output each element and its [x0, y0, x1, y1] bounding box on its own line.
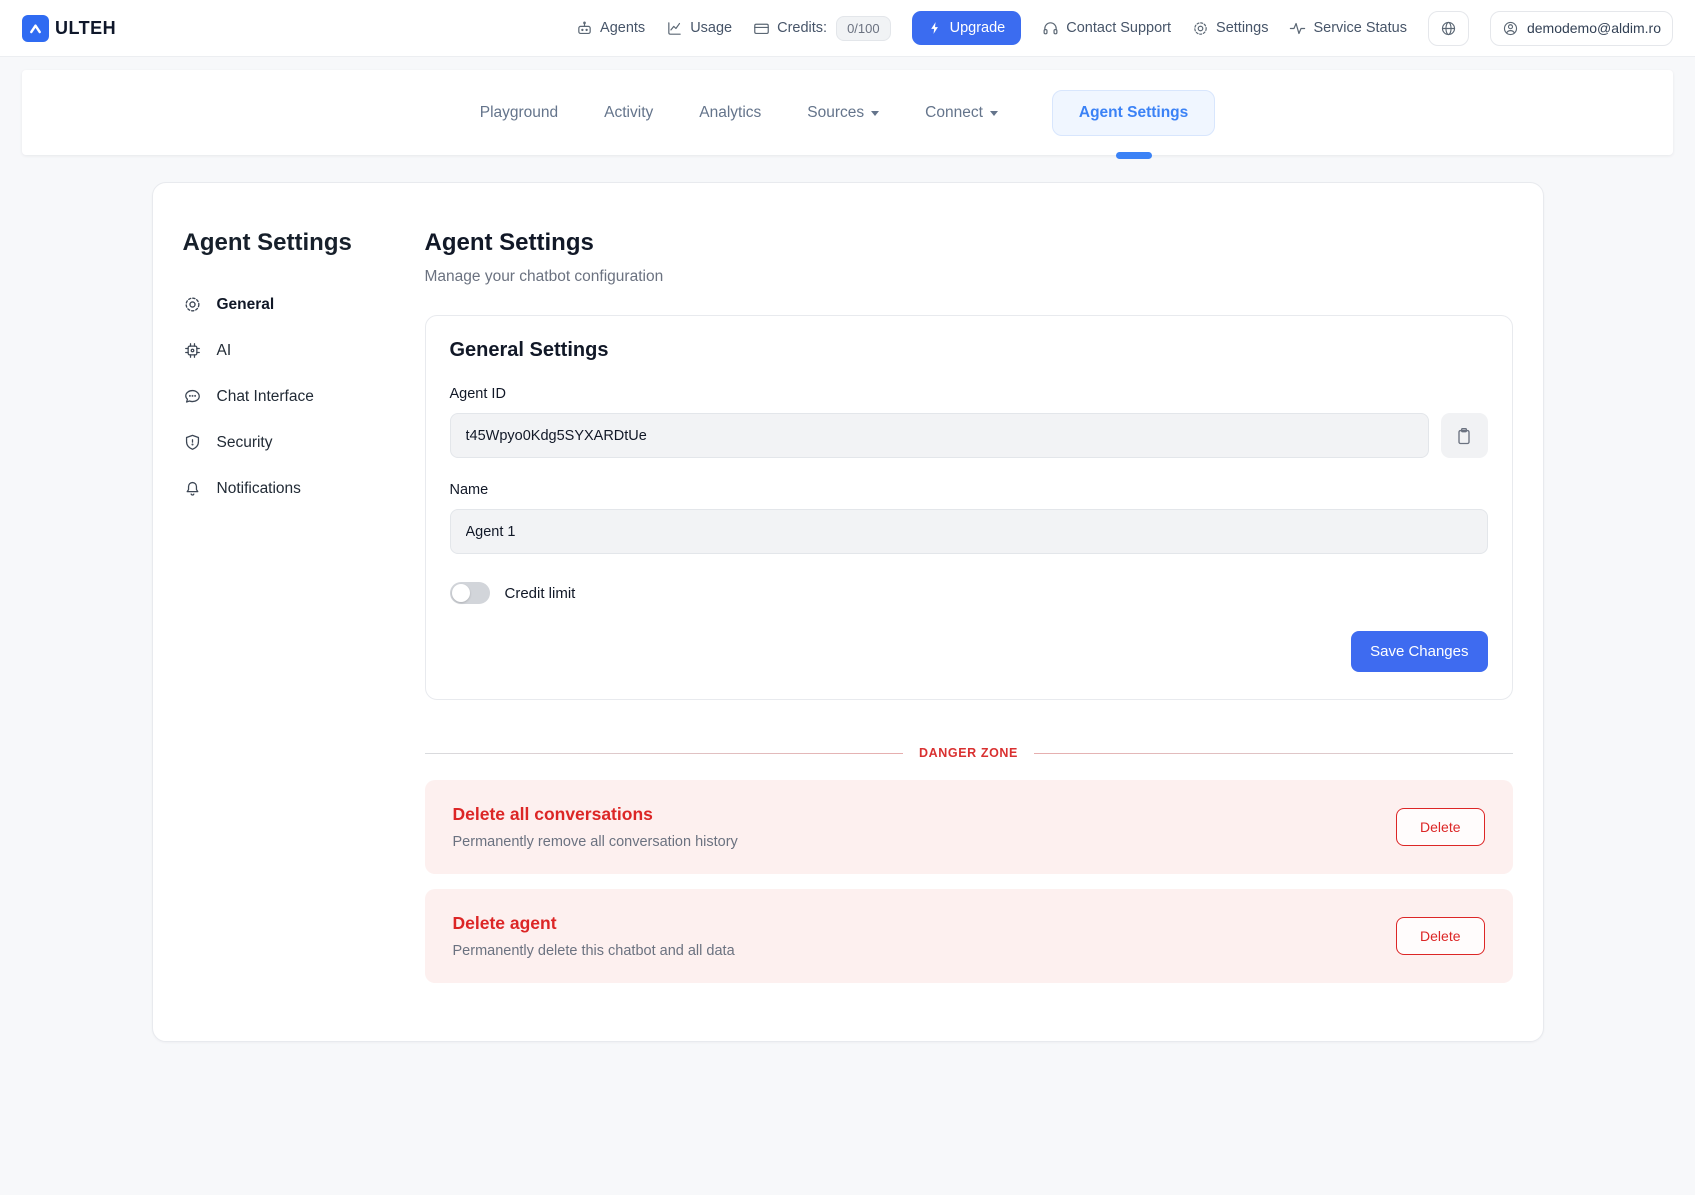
agent-tab-bar: Playground Activity Analytics Sources Co…: [22, 70, 1673, 155]
sidebar-item-label: AI: [217, 342, 232, 360]
robot-icon: [576, 20, 593, 37]
chip-icon: [183, 341, 202, 360]
chevron-down-icon: [990, 111, 998, 116]
upgrade-button[interactable]: Upgrade: [912, 11, 1022, 45]
nav-usage[interactable]: Usage: [666, 20, 732, 37]
tab-sources[interactable]: Sources: [807, 104, 879, 122]
tab-playground[interactable]: Playground: [480, 104, 558, 122]
upgrade-label: Upgrade: [950, 20, 1006, 36]
credit-limit-toggle[interactable]: [450, 582, 490, 604]
copy-agent-id-button[interactable]: [1441, 413, 1488, 458]
clipboard-icon: [1454, 426, 1474, 446]
pulse-icon: [1289, 20, 1306, 37]
save-row: Save Changes: [450, 631, 1488, 672]
nav-service-status[interactable]: Service Status: [1289, 20, 1407, 37]
tab-connect[interactable]: Connect: [925, 104, 998, 122]
delete-conversations-button[interactable]: Delete: [1396, 808, 1484, 846]
bell-icon: [183, 479, 202, 498]
nav-credits-label: Credits:: [777, 20, 827, 36]
sidebar-item-ai[interactable]: AI: [183, 341, 381, 360]
agent-id-input[interactable]: [450, 413, 1429, 458]
tab-connect-label: Connect: [925, 104, 983, 122]
delete-agent-button[interactable]: Delete: [1396, 917, 1484, 955]
credit-card-icon: [753, 20, 770, 37]
sidebar-item-security[interactable]: Security: [183, 433, 381, 452]
agent-settings-card: Agent Settings General AI Chat Interface…: [152, 182, 1544, 1042]
name-field-block: Name: [450, 482, 1488, 554]
save-changes-button[interactable]: Save Changes: [1351, 631, 1487, 672]
account-email: demodemo@aldim.ro: [1527, 20, 1661, 36]
delete-conversations-description: Permanently remove all conversation hist…: [453, 834, 738, 850]
top-navbar: ULTEH Agents Usage Credits: 0/100 Upgrad…: [0, 0, 1695, 57]
user-icon: [1502, 20, 1519, 37]
general-settings-card: General Settings Agent ID Name Credit li…: [425, 315, 1513, 700]
credit-limit-label: Credit limit: [505, 585, 576, 602]
tab-agent-settings[interactable]: Agent Settings: [1052, 90, 1215, 136]
sidebar-item-label: Chat Interface: [217, 388, 314, 406]
tab-analytics[interactable]: Analytics: [699, 104, 761, 122]
ulteh-logo-icon: [22, 15, 49, 42]
danger-zone-divider: DANGER ZONE: [425, 746, 1513, 760]
nav-agents[interactable]: Agents: [576, 20, 645, 37]
subnav-wrapper: Playground Activity Analytics Sources Co…: [0, 57, 1695, 155]
sidebar-item-notifications[interactable]: Notifications: [183, 479, 381, 498]
divider-line: [1034, 753, 1513, 754]
delete-conversations-card: Delete all conversations Permanently rem…: [425, 780, 1513, 874]
lightning-bolt-icon: [928, 21, 942, 35]
danger-zone-heading: DANGER ZONE: [919, 746, 1018, 760]
active-tab-indicator: [1116, 152, 1152, 159]
credits-badge: 0/100: [836, 16, 891, 41]
globe-icon: [1440, 20, 1457, 37]
sidebar-title: Agent Settings: [183, 229, 381, 257]
nav-contact-support[interactable]: Contact Support: [1042, 20, 1171, 37]
delete-conversations-text: Delete all conversations Permanently rem…: [453, 804, 738, 850]
sidebar-item-chat-interface[interactable]: Chat Interface: [183, 387, 381, 406]
shield-icon: [183, 433, 202, 452]
gear-icon: [1192, 20, 1209, 37]
delete-agent-text: Delete agent Permanently delete this cha…: [453, 913, 735, 959]
delete-agent-description: Permanently delete this chatbot and all …: [453, 943, 735, 959]
nav-agents-label: Agents: [600, 20, 645, 36]
nav-settings-label: Settings: [1216, 20, 1268, 36]
chat-bubble-icon: [183, 387, 202, 406]
settings-content: Agent Settings Manage your chatbot confi…: [425, 229, 1513, 983]
gear-icon: [183, 295, 202, 314]
language-button[interactable]: [1428, 11, 1469, 46]
sidebar-item-general[interactable]: General: [183, 295, 381, 314]
nav-contact-support-label: Contact Support: [1066, 20, 1171, 36]
nav-settings[interactable]: Settings: [1192, 20, 1268, 37]
sidebar-item-label: General: [217, 296, 275, 314]
chart-line-icon: [666, 20, 683, 37]
sidebar-item-label: Security: [217, 434, 273, 452]
nav-usage-label: Usage: [690, 20, 732, 36]
page-subtitle: Manage your chatbot configuration: [425, 268, 1513, 286]
nav-service-status-label: Service Status: [1313, 20, 1407, 36]
agent-name-input[interactable]: [450, 509, 1488, 554]
name-label: Name: [450, 482, 1488, 498]
divider-line: [425, 753, 904, 754]
chevron-down-icon: [871, 111, 879, 116]
top-nav-menu: Agents Usage Credits: 0/100 Upgrade Cont…: [576, 11, 1673, 46]
brand-name: ULTEH: [55, 18, 116, 39]
agent-id-row: [450, 413, 1488, 458]
general-settings-title: General Settings: [450, 339, 1488, 362]
headphones-icon: [1042, 20, 1059, 37]
account-button[interactable]: demodemo@aldim.ro: [1490, 11, 1673, 46]
nav-credits[interactable]: Credits: 0/100: [753, 16, 891, 41]
credit-limit-row: Credit limit: [450, 582, 1488, 604]
delete-agent-card: Delete agent Permanently delete this cha…: [425, 889, 1513, 983]
tab-agent-settings-label: Agent Settings: [1079, 104, 1188, 121]
delete-agent-title: Delete agent: [453, 913, 735, 934]
delete-conversations-title: Delete all conversations: [453, 804, 738, 825]
tab-sources-label: Sources: [807, 104, 864, 122]
toggle-knob: [452, 584, 470, 602]
sidebar-item-label: Notifications: [217, 480, 301, 498]
settings-sidebar: Agent Settings General AI Chat Interface…: [183, 229, 381, 983]
tab-activity[interactable]: Activity: [604, 104, 653, 122]
brand-logo[interactable]: ULTEH: [22, 15, 116, 42]
agent-id-label: Agent ID: [450, 386, 1488, 402]
page-title: Agent Settings: [425, 229, 1513, 257]
